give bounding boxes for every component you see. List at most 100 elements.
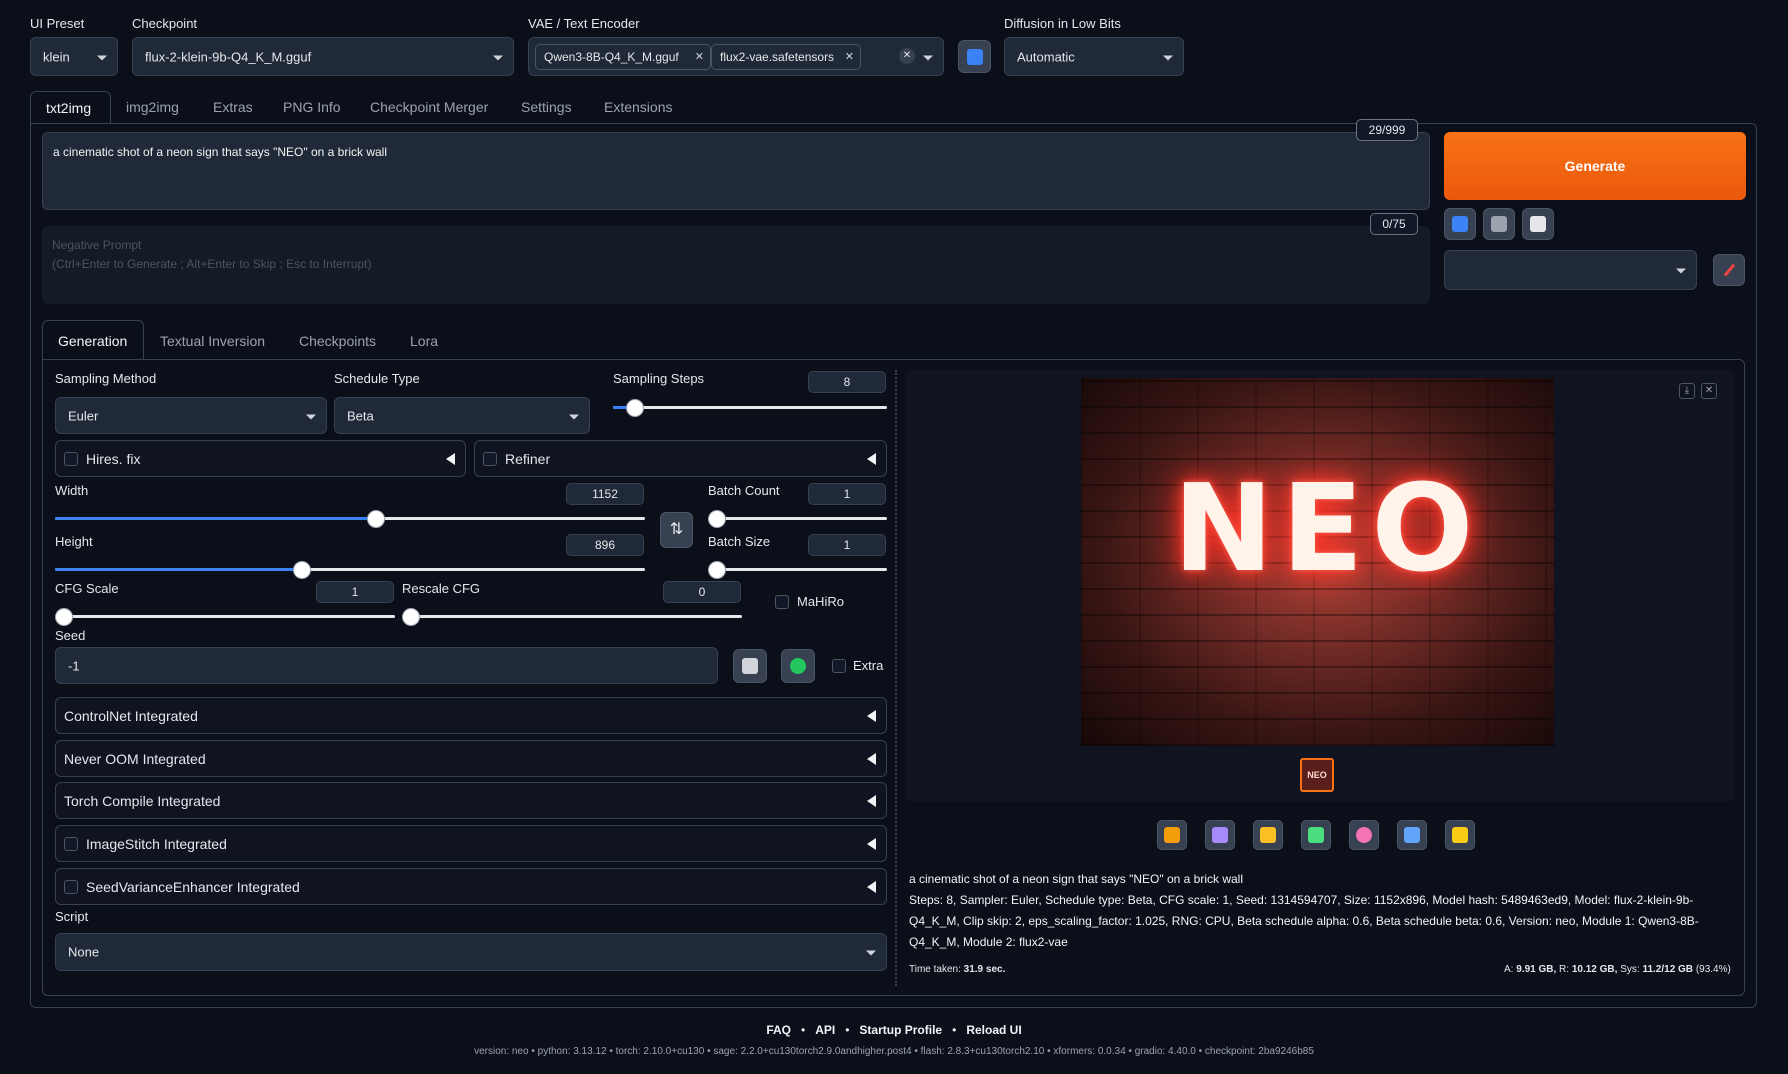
upscale-button[interactable] xyxy=(1445,820,1475,850)
paste-button[interactable] xyxy=(1522,208,1554,240)
vae-multiselect[interactable]: Qwen3-8B-Q4_K_M.gguf ✕ flux2-vae.safeten… xyxy=(528,37,944,76)
collapse-arrow-icon xyxy=(446,452,455,465)
tab-checkpoints[interactable]: Checkpoints xyxy=(299,333,376,349)
chevron-down-icon xyxy=(569,414,579,419)
edit-styles-button[interactable] xyxy=(1713,254,1745,286)
cfg-scale-thumb[interactable] xyxy=(55,608,73,626)
prompt-textarea[interactable]: a cinematic shot of a neon sign that say… xyxy=(42,132,1430,210)
diffusion-dropdown[interactable]: Automatic xyxy=(1004,37,1184,76)
sampling-steps-input[interactable]: 8 xyxy=(808,371,886,393)
sampling-steps-track[interactable] xyxy=(613,406,887,409)
vae-tag[interactable]: flux2-vae.safetensors ✕ xyxy=(711,44,861,70)
seedvariance-accordion[interactable]: SeedVarianceEnhancer Integrated xyxy=(55,868,887,905)
generate-button[interactable]: Generate xyxy=(1444,132,1746,200)
rescale-cfg-thumb[interactable] xyxy=(402,608,420,626)
ui-preset-dropdown[interactable]: klein xyxy=(30,37,118,76)
tab-settings[interactable]: Settings xyxy=(521,99,572,115)
imagestitch-accordion[interactable]: ImageStitch Integrated xyxy=(55,825,887,862)
tab-generation[interactable]: Generation xyxy=(42,320,144,360)
checkpoint-label: Checkpoint xyxy=(132,16,198,31)
styles-dropdown[interactable] xyxy=(1444,250,1697,290)
output-prompt: a cinematic shot of a neon sign that say… xyxy=(909,872,1244,886)
close-icon[interactable]: ✕ xyxy=(1701,383,1717,399)
batch-count-thumb[interactable] xyxy=(708,510,726,528)
script-dropdown[interactable]: None xyxy=(55,933,887,971)
gallery-thumbnail[interactable]: NEO xyxy=(1300,758,1334,792)
footer-link-faq[interactable]: FAQ xyxy=(766,1023,791,1037)
refresh-button[interactable] xyxy=(958,40,991,73)
vae-tag[interactable]: Qwen3-8B-Q4_K_M.gguf ✕ xyxy=(535,44,711,70)
batch-size-thumb[interactable] xyxy=(708,561,726,579)
tab-checkpoint-merger[interactable]: Checkpoint Merger xyxy=(370,99,488,115)
batch-size-track[interactable] xyxy=(708,568,887,571)
sampling-steps-thumb[interactable] xyxy=(626,399,644,417)
apply-styles-button[interactable] xyxy=(1444,208,1476,240)
random-seed-button[interactable] xyxy=(733,649,767,683)
torch-compile-accordion[interactable]: Torch Compile Integrated xyxy=(55,782,887,819)
width-input[interactable]: 1152 xyxy=(566,483,644,505)
footer-link-reload-ui[interactable]: Reload UI xyxy=(966,1023,1021,1037)
mahiro-checkbox[interactable] xyxy=(775,595,789,609)
open-folder-button[interactable] xyxy=(1157,820,1187,850)
tab-png-info[interactable]: PNG Info xyxy=(283,99,341,115)
collapse-arrow-icon xyxy=(867,452,876,465)
mahiro-label: MaHiRo xyxy=(797,594,844,609)
controlnet-accordion[interactable]: ControlNet Integrated xyxy=(55,697,887,734)
footer-link-api[interactable]: API xyxy=(815,1023,835,1037)
image-icon xyxy=(1308,827,1324,843)
refresh-icon xyxy=(966,48,983,65)
remove-tag-icon[interactable]: ✕ xyxy=(845,45,854,69)
tab-img2img[interactable]: img2img xyxy=(126,99,179,115)
hires-fix-checkbox[interactable] xyxy=(64,451,78,466)
cfg-scale-track[interactable] xyxy=(55,615,395,618)
remove-tag-icon[interactable]: ✕ xyxy=(695,45,704,69)
tab-extras[interactable]: Extras xyxy=(213,99,253,115)
width-thumb[interactable] xyxy=(367,510,385,528)
reuse-seed-button[interactable] xyxy=(781,649,815,683)
schedule-type-dropdown[interactable]: Beta xyxy=(334,397,590,434)
batch-count-input[interactable]: 1 xyxy=(808,483,886,505)
rescale-cfg-input[interactable]: 0 xyxy=(663,581,741,603)
download-icon[interactable]: ⤓ xyxy=(1679,383,1695,399)
zip-button[interactable] xyxy=(1253,820,1283,850)
send-to-extras-button[interactable] xyxy=(1397,820,1427,850)
chevron-down-icon xyxy=(306,414,316,419)
send-to-inpaint-button[interactable] xyxy=(1349,820,1379,850)
refiner-checkbox[interactable] xyxy=(483,451,497,466)
prompt-text: a cinematic shot of a neon sign that say… xyxy=(53,145,388,159)
send-to-img2img-button[interactable] xyxy=(1301,820,1331,850)
batch-count-track[interactable] xyxy=(708,517,887,520)
collapse-arrow-icon xyxy=(867,880,876,893)
cfg-scale-input[interactable]: 1 xyxy=(316,581,394,603)
tab-lora[interactable]: Lora xyxy=(410,333,438,349)
footer-link-startup-profile[interactable]: Startup Profile xyxy=(859,1023,942,1037)
tab-txt2img[interactable]: txt2img xyxy=(30,91,111,124)
imagestitch-checkbox[interactable] xyxy=(64,836,78,851)
seed-input[interactable]: -1 xyxy=(55,647,718,684)
tab-extensions[interactable]: Extensions xyxy=(604,99,672,115)
batch-size-input[interactable]: 1 xyxy=(808,534,886,556)
collapse-arrow-icon xyxy=(867,709,876,722)
sparkle-icon xyxy=(1452,827,1468,843)
extra-seed-checkbox[interactable] xyxy=(832,659,846,673)
sampling-method-dropdown[interactable]: Euler xyxy=(55,397,327,434)
checkpoint-dropdown[interactable]: flux-2-klein-9b-Q4_K_M.gguf xyxy=(132,37,514,76)
output-params-line-3: Q4_K_M, Module 2: flux2-vae xyxy=(909,935,1068,949)
swap-dimensions-button[interactable]: ⇅ xyxy=(660,512,693,548)
clear-all-icon[interactable]: ✕ xyxy=(899,48,915,64)
height-thumb[interactable] xyxy=(293,561,311,579)
sampling-steps-label: Sampling Steps xyxy=(613,371,705,386)
rescale-cfg-track[interactable] xyxy=(402,615,742,618)
never-oom-accordion[interactable]: Never OOM Integrated xyxy=(55,740,887,777)
height-input[interactable]: 896 xyxy=(566,534,644,556)
hires-fix-accordion[interactable]: Hires. fix xyxy=(55,440,466,477)
generated-image[interactable]: NEO xyxy=(1081,378,1554,746)
refiner-accordion[interactable]: Refiner xyxy=(474,440,887,477)
save-button[interactable] xyxy=(1205,820,1235,850)
tab-textual-inversion[interactable]: Textual Inversion xyxy=(160,333,265,349)
clear-prompt-button[interactable] xyxy=(1483,208,1515,240)
rescale-cfg-label: Rescale CFG xyxy=(402,581,481,596)
seedvariance-checkbox[interactable] xyxy=(64,879,78,894)
trash-icon xyxy=(1491,216,1507,232)
negative-prompt-textarea[interactable]: Negative Prompt (Ctrl+Enter to Generate … xyxy=(42,226,1430,304)
